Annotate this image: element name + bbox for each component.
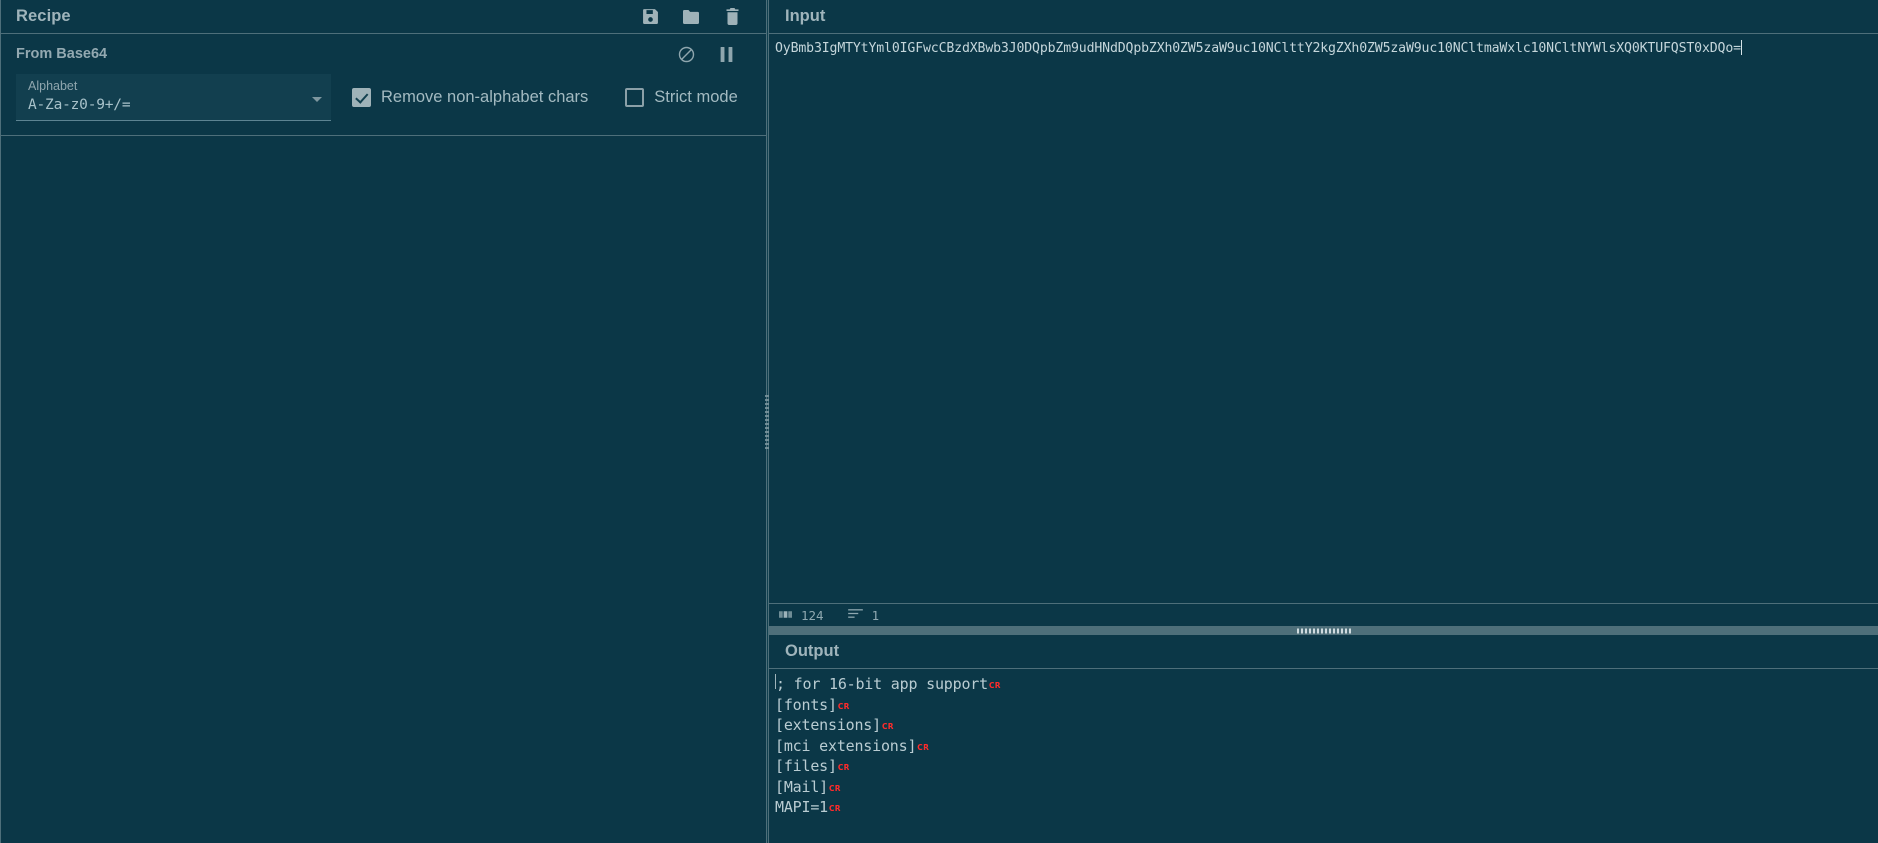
remove-non-alphabet-chars-label: Remove non-alphabet chars: [381, 88, 589, 106]
output-line-text: MAPI=1: [775, 798, 828, 816]
output-line-text: [extensions]: [775, 716, 881, 734]
cyberchef-app: Recipe From Base64 Alphabet A-Za-z0-9+/=…: [0, 0, 1878, 843]
output-line: [mci extensions]CR: [769, 737, 1878, 758]
alphabet-label: Alphabet: [28, 79, 78, 93]
strict-mode-label: Strict mode: [654, 88, 738, 106]
output-title-bar: Output: [769, 635, 1878, 668]
output-line: ; for 16-bit app supportCR: [769, 674, 1878, 696]
no-entry-icon[interactable]: [676, 44, 696, 64]
checkbox-checked-icon[interactable]: [352, 88, 371, 107]
input-status-bar: 124 1: [769, 603, 1878, 626]
io-pane-left-edge: [0, 0, 1, 843]
input-length-status: 124: [779, 606, 824, 624]
strict-mode-checkbox[interactable]: Strict mode: [625, 74, 738, 121]
recipe-controls: [640, 7, 750, 27]
checkbox-unchecked-icon[interactable]: [625, 88, 645, 107]
input-text: OyBmb3IgMTYtYml0IGFwcCBzdXBwb3J0DQpbZm9u…: [775, 41, 1741, 56]
recipe-drop-area[interactable]: [0, 136, 766, 843]
input-lines-status: 1: [847, 606, 880, 624]
input-title-bar: Input: [769, 0, 1878, 33]
operation-icons: [676, 44, 750, 64]
recipe-title-bar: Recipe: [0, 0, 766, 33]
pause-icon[interactable]: [716, 44, 736, 64]
chevron-down-icon[interactable]: [312, 97, 322, 102]
lines-icon: [847, 606, 863, 624]
output-pane-title: Output: [785, 642, 840, 660]
input-output-splitter[interactable]: [769, 626, 1878, 635]
control-char-badge: CR: [837, 701, 850, 711]
operation-arguments: Alphabet A-Za-z0-9+/= Remove non-alphabe…: [0, 74, 766, 121]
input-pane-title: Input: [785, 7, 826, 25]
floppy-disk-icon[interactable]: [640, 7, 660, 27]
control-char-badge: CR: [881, 722, 894, 731]
control-char-badge: CR: [988, 681, 1001, 690]
splitter-grip-horizontal[interactable]: [1296, 628, 1351, 633]
alphabet-value: A-Za-z0-9+/=: [28, 97, 131, 113]
output-line-text: [mci extensions]: [775, 736, 917, 755]
control-char-badge: CR: [829, 783, 841, 793]
output-line: [fonts]CR: [769, 696, 1878, 717]
remove-non-alphabet-chars-checkbox[interactable]: Remove non-alphabet chars: [352, 74, 588, 121]
input-editor[interactable]: OyBmb3IgMTYtYml0IGFwcCBzdXBwb3J0DQpbZm9u…: [769, 34, 1878, 603]
recipe-pane: Recipe From Base64 Alphabet A-Za-z0-9+/=…: [0, 0, 766, 843]
input-section: Input OyBmb3IgMTYtYml0IGFwcCBzdXBwb3J0DQ…: [769, 0, 1878, 626]
output-line-text: [Mail]: [775, 777, 828, 796]
operation-title-row: From Base64: [0, 34, 766, 74]
input-length-value: 124: [801, 607, 824, 623]
alphabet-select[interactable]: Alphabet A-Za-z0-9+/=: [16, 74, 331, 121]
recipe-operation-from-base64[interactable]: From Base64 Alphabet A-Za-z0-9+/= Remove…: [0, 34, 766, 136]
output-section: Output ; for 16-bit app supportCR [fonts]…: [769, 635, 1878, 843]
output-line: [extensions]CR: [769, 716, 1878, 737]
input-text-line[interactable]: OyBmb3IgMTYtYml0IGFwcCBzdXBwb3J0DQpbZm9u…: [769, 39, 1878, 58]
folder-icon[interactable]: [681, 7, 701, 27]
operation-title: From Base64: [16, 46, 108, 62]
input-lines-value: 1: [871, 607, 880, 623]
output-editor[interactable]: ; for 16-bit app supportCR [fonts]CR [exte…: [769, 669, 1878, 843]
io-pane: Input OyBmb3IgMTYtYml0IGFwcCBzdXBwb3J0DQ…: [0, 0, 1878, 843]
recipe-operation-list[interactable]: From Base64 Alphabet A-Za-z0-9+/= Remove…: [0, 34, 766, 136]
abc-icon: [779, 606, 792, 624]
output-line: MAPI=1CR: [769, 798, 1878, 819]
output-line-text: [files]: [775, 757, 837, 775]
control-char-badge: CR: [917, 742, 930, 752]
control-char-badge: CR: [837, 763, 850, 772]
control-char-badge: CR: [829, 804, 841, 813]
output-line: [files]CR: [769, 757, 1878, 778]
output-line: [Mail]CR: [769, 778, 1878, 799]
trash-icon[interactable]: [722, 7, 742, 27]
recipe-pane-title: Recipe: [16, 7, 71, 25]
text-cursor: [1740, 40, 1742, 55]
output-line-text: ; for 16-bit app support: [776, 675, 988, 693]
output-line-text: [fonts]: [775, 695, 837, 714]
